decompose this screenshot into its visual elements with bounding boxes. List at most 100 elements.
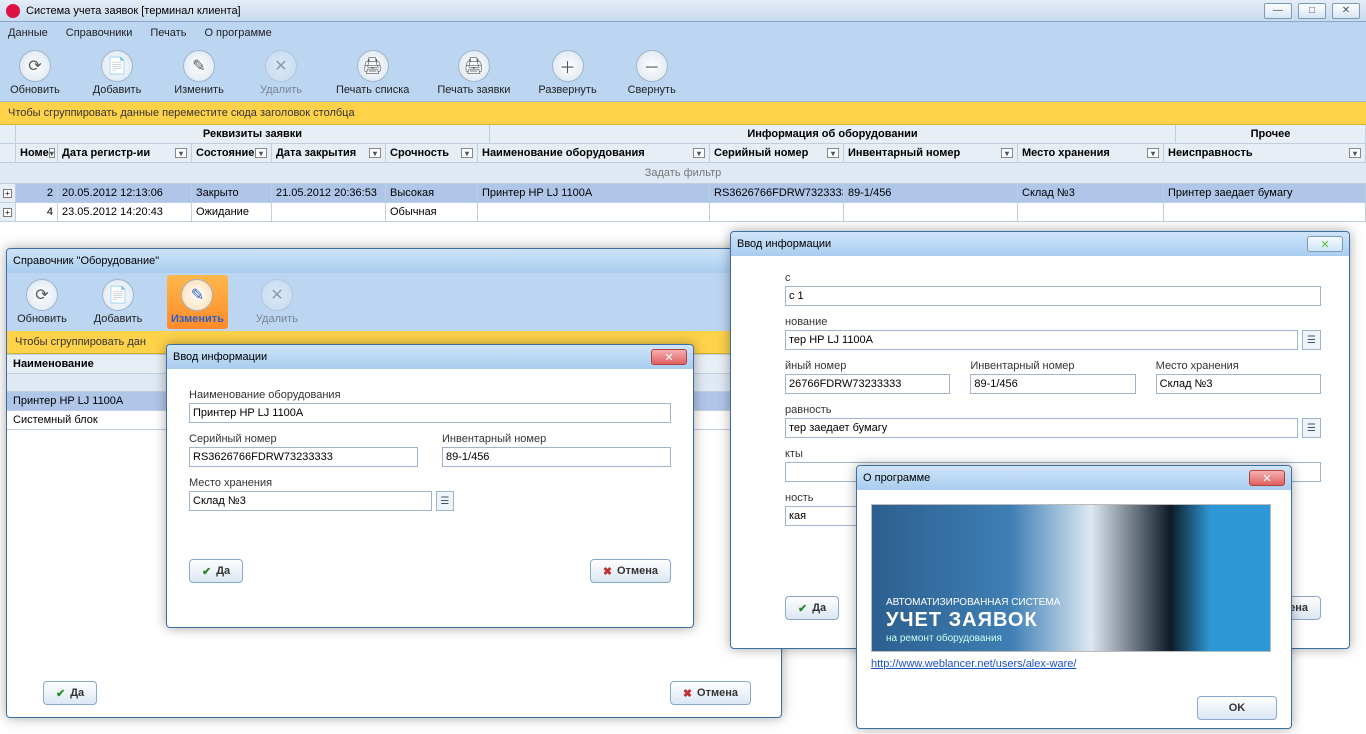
chevron-down-icon[interactable]: ▾: [1349, 148, 1361, 158]
grid-super-header: Реквизиты заявки Информация об оборудова…: [0, 125, 1366, 144]
edit-button[interactable]: ✎Изменить: [172, 50, 226, 96]
close-icon[interactable]: ✕: [1307, 236, 1343, 252]
col-urg[interactable]: Срочность▾: [386, 144, 478, 162]
chevron-down-icon[interactable]: ▾: [175, 148, 187, 158]
add-icon: 📄: [101, 50, 133, 82]
inventory-input[interactable]: [442, 447, 671, 467]
equipment-titlebar[interactable]: Справочник "Оборудование" ✕: [7, 249, 781, 273]
delete-button: ✕Удалить: [254, 50, 308, 96]
delete-icon: ✕: [265, 50, 297, 82]
edit-icon: ✎: [181, 279, 213, 311]
filter-row[interactable]: Задать фильтр: [0, 163, 1366, 184]
expand-icon: ＋: [552, 50, 584, 82]
ok-button[interactable]: OK: [1197, 696, 1277, 720]
add-button[interactable]: 📄Добавить: [91, 279, 145, 325]
input-titlebar[interactable]: Ввод информации ✕: [167, 345, 693, 369]
inventory-input[interactable]: [970, 374, 1135, 394]
name-input[interactable]: [189, 403, 671, 423]
col-inv[interactable]: Инвентарный номер▾: [844, 144, 1018, 162]
menu-refs[interactable]: Справочники: [66, 27, 133, 39]
menu-bar: Данные Справочники Печать О программе: [0, 22, 1366, 44]
close-icon[interactable]: ✕: [651, 349, 687, 365]
yes-button[interactable]: ✔Да: [785, 596, 839, 620]
col-state[interactable]: Состояние▾: [192, 144, 272, 162]
grid-header: Номе▾ Дата регистр-ии▾ Состояние▾ Дата з…: [0, 144, 1366, 163]
input-dialog: Ввод информации ✕ Наименование оборудова…: [166, 344, 694, 628]
col-num[interactable]: Номе▾: [16, 144, 58, 162]
edit-button[interactable]: ✎Изменить: [167, 275, 228, 329]
fault-input[interactable]: [785, 418, 1298, 438]
chevron-down-icon[interactable]: ▾: [369, 148, 381, 158]
delete-button: ✕Удалить: [250, 279, 304, 325]
table-row[interactable]: + 4 23.05.2012 14:20:43 Ожидание Обычная: [0, 203, 1366, 222]
hdr-other-group: Прочее: [1176, 125, 1366, 143]
main-titlebar: Система учета заявок [терминал клиента] …: [0, 0, 1366, 22]
hdr-equip-group: Информация об оборудовании: [490, 125, 1176, 143]
col-reg[interactable]: Дата регистр-ии▾: [58, 144, 192, 162]
c-input[interactable]: [785, 286, 1321, 306]
lookup-icon[interactable]: ☰: [436, 491, 454, 511]
col-fault[interactable]: Неисправность▾: [1164, 144, 1366, 162]
hdr-req-group: Реквизиты заявки: [16, 125, 490, 143]
location-input[interactable]: [189, 491, 432, 511]
table-row[interactable]: + 2 20.05.2012 12:13:06 Закрыто 21.05.20…: [0, 184, 1366, 203]
main-toolbar: ⟳Обновить 📄Добавить ✎Изменить ✕Удалить 🖨…: [0, 44, 1366, 102]
yes-button[interactable]: ✔Да: [189, 559, 243, 583]
maximize-button[interactable]: □: [1298, 3, 1326, 19]
lookup-icon[interactable]: ☰: [1302, 330, 1321, 350]
right-titlebar[interactable]: Ввод информации ✕: [731, 232, 1349, 256]
row-expander[interactable]: +: [0, 203, 16, 221]
minimize-button[interactable]: —: [1264, 3, 1292, 19]
menu-data[interactable]: Данные: [8, 27, 48, 39]
close-button[interactable]: ✕: [1332, 3, 1360, 19]
serial-input[interactable]: [785, 374, 950, 394]
menu-print[interactable]: Печать: [150, 27, 186, 39]
delete-icon: ✕: [261, 279, 293, 311]
label: Инвентарный номер: [970, 360, 1135, 372]
label: Место хранения: [189, 477, 671, 489]
cancel-button[interactable]: ✖Отмена: [670, 681, 751, 705]
label: с: [785, 272, 1321, 284]
chevron-down-icon[interactable]: ▾: [1147, 148, 1159, 158]
yes-button[interactable]: ✔Да: [43, 681, 97, 705]
about-banner: АВТОМАТИЗИРОВАННАЯ СИСТЕМА УЧЕТ ЗАЯВОК н…: [871, 504, 1271, 652]
label: Серийный номер: [189, 433, 418, 445]
menu-about[interactable]: О программе: [204, 27, 271, 39]
row-expander[interactable]: +: [0, 184, 16, 202]
chevron-down-icon[interactable]: ▾: [49, 148, 55, 158]
name-input[interactable]: [785, 330, 1298, 350]
refresh-button[interactable]: ⟳Обновить: [8, 50, 62, 96]
refresh-button[interactable]: ⟳Обновить: [15, 279, 69, 325]
chevron-down-icon[interactable]: ▾: [827, 148, 839, 158]
label: нование: [785, 316, 1321, 328]
add-icon: 📄: [102, 279, 134, 311]
serial-input[interactable]: [189, 447, 418, 467]
printreq-button[interactable]: 🖨Печать заявки: [437, 50, 510, 96]
label: кты: [785, 448, 1321, 460]
cancel-button[interactable]: ✖Отмена: [590, 559, 671, 583]
close-icon[interactable]: ✕: [1249, 470, 1285, 486]
printlist-button[interactable]: 🖨Печать списка: [336, 50, 409, 96]
chevron-down-icon[interactable]: ▾: [693, 148, 705, 158]
lookup-icon[interactable]: ☰: [1302, 418, 1321, 438]
location-input[interactable]: [1156, 374, 1321, 394]
add-button[interactable]: 📄Добавить: [90, 50, 144, 96]
col-name[interactable]: Наименование оборудования▾: [478, 144, 710, 162]
app-title: Система учета заявок [терминал клиента]: [26, 5, 241, 17]
refresh-icon: ⟳: [26, 279, 58, 311]
chevron-down-icon[interactable]: ▾: [255, 148, 267, 158]
app-icon: [6, 4, 20, 18]
expand-button[interactable]: ＋Развернуть: [538, 50, 596, 96]
equipment-toolbar: ⟳Обновить 📄Добавить ✎Изменить ✕Удалить: [7, 273, 781, 331]
chevron-down-icon[interactable]: ▾: [1001, 148, 1013, 158]
col-closed[interactable]: Дата закрытия▾: [272, 144, 386, 162]
col-loc[interactable]: Место хранения▾: [1018, 144, 1164, 162]
about-link[interactable]: http://www.weblancer.net/users/alex-ware…: [871, 658, 1076, 670]
printreq-icon: 🖨: [458, 50, 490, 82]
col-serial[interactable]: Серийный номер▾: [710, 144, 844, 162]
collapse-button[interactable]: －Свернуть: [625, 50, 679, 96]
group-hint[interactable]: Чтобы сгруппировать данные переместите с…: [0, 102, 1366, 125]
about-titlebar[interactable]: О программе ✕: [857, 466, 1291, 490]
label: равность: [785, 404, 1321, 416]
chevron-down-icon[interactable]: ▾: [461, 148, 473, 158]
